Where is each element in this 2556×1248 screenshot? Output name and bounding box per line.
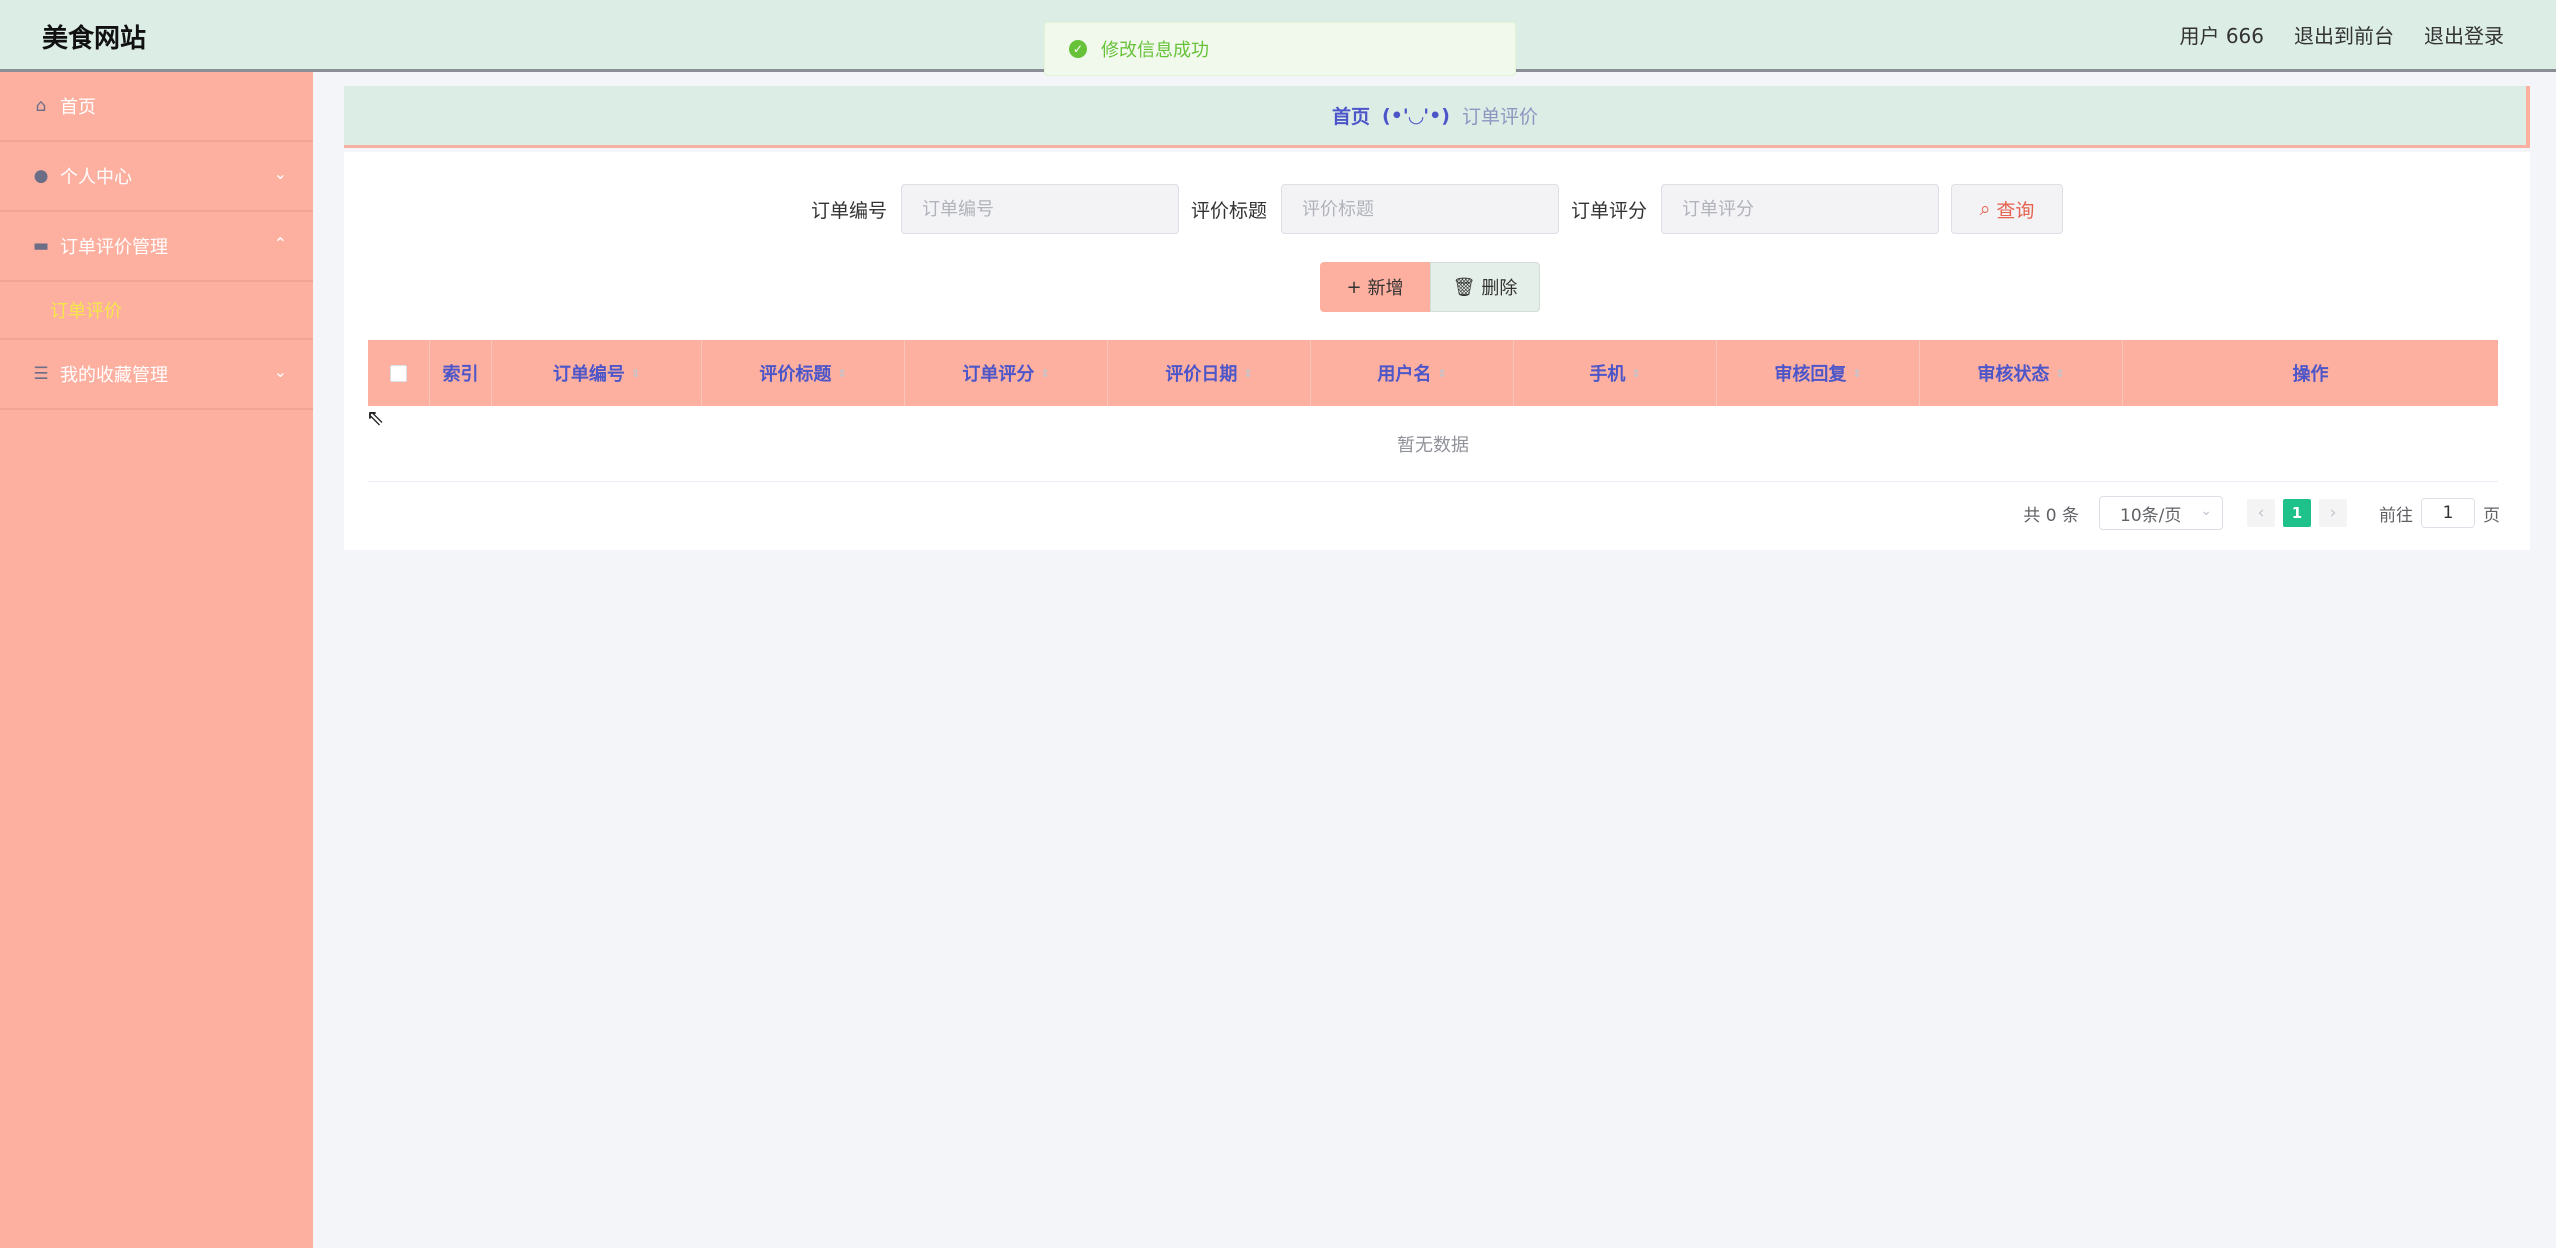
- chevron-down-icon: ⌄: [273, 362, 287, 381]
- sidebar-item-label: 我的收藏管理: [60, 365, 168, 386]
- list-icon: ☰: [33, 364, 49, 384]
- column-header-label: 订单编号: [552, 364, 625, 385]
- select-all-cell: [368, 340, 430, 406]
- column-header-order-no[interactable]: 订单编号 ⇕: [492, 340, 702, 406]
- query-button[interactable]: ⌕ 查询: [1951, 184, 2064, 234]
- breadcrumb-separator: (•'◡'•): [1382, 104, 1450, 127]
- action-buttons: + 新增 🗑 删除: [1320, 262, 1540, 312]
- order-no-label: 订单编号: [810, 199, 887, 222]
- page-number-current[interactable]: 1: [2283, 499, 2311, 527]
- sort-icon[interactable]: ⇕: [837, 367, 846, 380]
- sidebar-item-favorites-management[interactable]: ☰ 我的收藏管理 ⌄: [0, 340, 313, 410]
- column-header-index: 索引: [430, 340, 492, 406]
- mouse-cursor-icon: ⇖: [366, 406, 385, 431]
- total-count: 共 0 条: [2023, 505, 2079, 526]
- column-header-label: 评价日期: [1165, 364, 1238, 385]
- column-header-username[interactable]: 用户名 ⇕: [1311, 340, 1514, 406]
- column-header-review-date[interactable]: 评价日期 ⇕: [1108, 340, 1311, 406]
- empty-text: 暂无数据: [1397, 434, 1469, 456]
- page-size-select[interactable]: 10条/页 ⌄: [2099, 496, 2223, 530]
- sidebar-subitem-order-review[interactable]: 订单评价: [0, 282, 313, 340]
- column-header-label: 索引: [442, 364, 479, 385]
- page-suffix: 页: [2483, 505, 2500, 526]
- select-all-checkbox[interactable]: [390, 364, 407, 382]
- site-title: 美食网站: [42, 24, 147, 54]
- column-header-label: 订单评分: [962, 364, 1035, 385]
- delete-button[interactable]: 🗑 删除: [1430, 262, 1540, 312]
- sidebar-item-label: 个人中心: [60, 167, 132, 188]
- sidebar-item-home[interactable]: ⌂ 首页: [0, 72, 313, 142]
- header-links: 用户 666 退出到前台 退出登录: [2179, 20, 2504, 49]
- sidebar-item-order-review-management[interactable]: ▬ 订单评价管理 ⌃: [0, 212, 313, 282]
- chevron-down-icon: ⌄: [273, 164, 287, 183]
- home-icon: ⌂: [35, 96, 47, 116]
- sort-icon[interactable]: ⇕: [1631, 367, 1640, 380]
- order-score-input[interactable]: [1661, 184, 1940, 234]
- comment-icon: ▬: [32, 236, 50, 256]
- sidebar: ⌂ 首页 ● 个人中心 ⌄ ▬ 订单评价管理 ⌃ 订单评价 ☰ 我的收藏管理 ⌄: [0, 72, 313, 1248]
- column-header-label: 审核回复: [1774, 364, 1847, 385]
- sort-icon[interactable]: ⇕: [1437, 367, 1446, 380]
- sidebar-item-personal-center[interactable]: ● 个人中心 ⌄: [0, 142, 313, 212]
- goto-label: 前往: [2379, 505, 2413, 526]
- breadcrumb-current: 订单评价: [1461, 106, 1538, 128]
- column-header-label: 评价标题: [759, 364, 832, 385]
- chevron-down-icon: ⌄: [2200, 503, 2212, 519]
- sidebar-item-label: 订单评价管理: [60, 237, 168, 258]
- page-size-value: 10条/页: [2120, 505, 2182, 526]
- delete-button-label: 删除: [1481, 278, 1518, 299]
- sort-icon[interactable]: ⇕: [631, 367, 640, 380]
- plus-icon: +: [1346, 276, 1362, 298]
- breadcrumb: 首页 (•'◡'•) 订单评价: [344, 86, 2530, 148]
- column-header-order-score[interactable]: 订单评分 ⇕: [905, 340, 1108, 406]
- toast-message: 修改信息成功: [1101, 40, 1209, 61]
- sort-icon[interactable]: ⇕: [1852, 367, 1861, 380]
- current-user: 用户 666: [2179, 24, 2264, 48]
- trash-icon: 🗑: [1452, 276, 1476, 298]
- logout-link[interactable]: 退出登录: [2424, 20, 2504, 49]
- column-header-phone[interactable]: 手机 ⇕: [1514, 340, 1717, 406]
- success-toast: ✓ 修改信息成功: [1044, 22, 1516, 76]
- query-button-label: 查询: [1996, 199, 2035, 222]
- back-to-front-link[interactable]: 退出到前台: [2294, 20, 2394, 49]
- pagination: 共 0 条 10条/页 ⌄ ‹ 1 › 前往 页: [2023, 496, 2500, 530]
- order-score-label: 订单评分: [1571, 199, 1648, 222]
- column-header-audit-reply[interactable]: 审核回复 ⇕: [1717, 340, 1920, 406]
- column-header-label: 操作: [2292, 364, 2329, 385]
- sort-icon[interactable]: ⇕: [1243, 367, 1252, 380]
- breadcrumb-home[interactable]: 首页: [1332, 102, 1370, 129]
- prev-page-button[interactable]: ‹: [2247, 499, 2275, 527]
- goto-page-input[interactable]: [2421, 498, 2475, 528]
- add-button[interactable]: + 新增: [1320, 262, 1430, 312]
- column-header-audit-status[interactable]: 审核状态 ⇕: [1920, 340, 2123, 406]
- chevron-up-icon: ⌃: [273, 234, 287, 253]
- add-button-label: 新增: [1367, 278, 1404, 299]
- sort-icon[interactable]: ⇕: [2055, 367, 2064, 380]
- reviews-table: 索引 订单编号 ⇕ 评价标题 ⇕ 订单评分 ⇕ 评价日期 ⇕ 用户名 ⇕ 手机 ⇕ 审核回复…: [368, 340, 2498, 482]
- column-header-label: 审核状态: [1977, 364, 2050, 385]
- user-icon: ●: [33, 166, 49, 186]
- sort-icon[interactable]: ⇕: [1040, 367, 1049, 380]
- search-form: 订单编号 评价标题 订单评分 ⌕ 查询: [344, 184, 2530, 234]
- review-title-input[interactable]: [1281, 184, 1559, 234]
- review-title-label: 评价标题: [1190, 199, 1267, 222]
- sidebar-item-label: 首页: [60, 97, 96, 118]
- column-header-review-title[interactable]: 评价标题 ⇕: [702, 340, 905, 406]
- main-panel: 订单编号 评价标题 订单评分 ⌕ 查询 + 新增 🗑 删除 索引: [344, 152, 2530, 550]
- table-empty-row: 暂无数据: [368, 406, 2498, 482]
- column-header-label: 手机: [1589, 364, 1626, 385]
- success-check-icon: ✓: [1069, 40, 1087, 58]
- column-header-label: 用户名: [1377, 364, 1432, 385]
- order-no-input[interactable]: [900, 184, 1179, 234]
- column-header-actions: 操作: [2123, 340, 2498, 406]
- search-icon: ⌕: [1979, 198, 1991, 220]
- next-page-button[interactable]: ›: [2319, 499, 2347, 527]
- table-header: 索引 订单编号 ⇕ 评价标题 ⇕ 订单评分 ⇕ 评价日期 ⇕ 用户名 ⇕ 手机 ⇕ 审核回复…: [368, 340, 2498, 406]
